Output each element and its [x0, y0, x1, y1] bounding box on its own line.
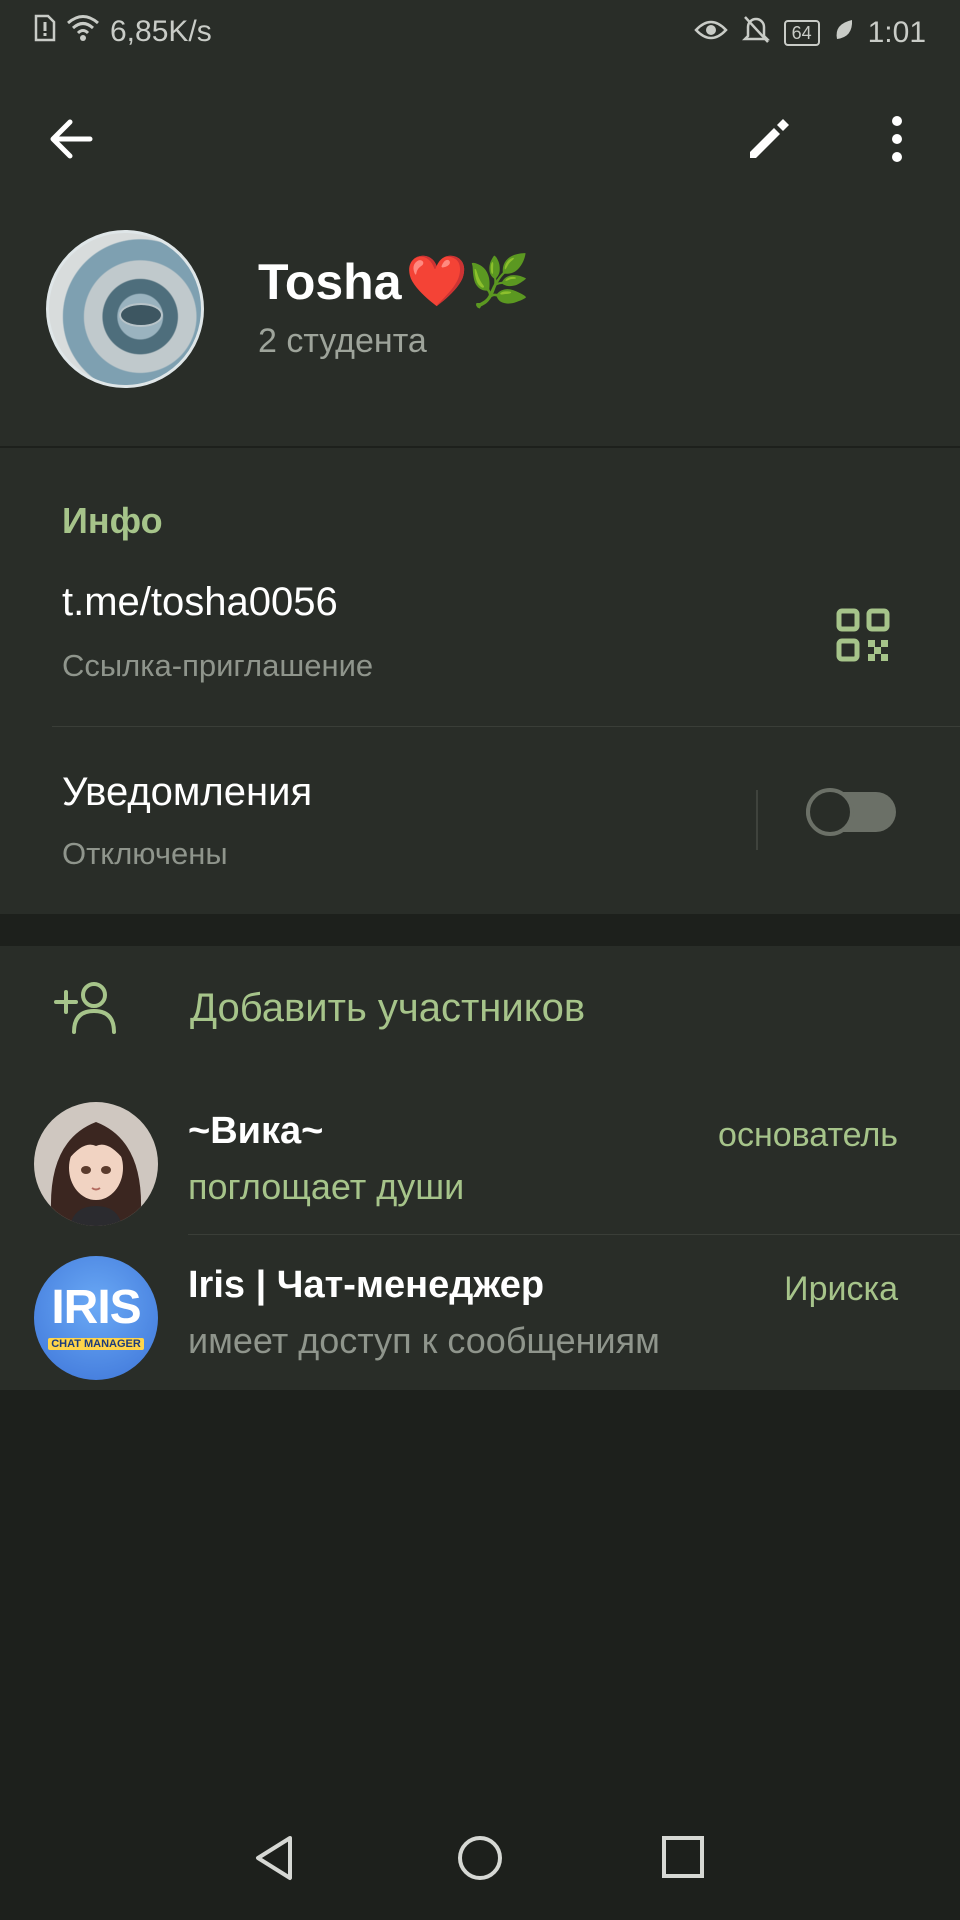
- nav-home-button[interactable]: [456, 1834, 504, 1887]
- qr-code-button[interactable]: [836, 608, 890, 667]
- info-section: Инфо t.me/tosha0056 Ссылка-приглашение У…: [0, 448, 960, 914]
- member-row-vika[interactable]: ~Вика~ поглощает души основатель: [0, 1082, 960, 1236]
- iris-avatar-subtext: CHAT MANAGER: [48, 1338, 144, 1350]
- nav-back-button[interactable]: [252, 1834, 296, 1887]
- status-bar-left: 6,85K/s: [34, 14, 212, 50]
- circle-home-icon: [458, 1836, 502, 1880]
- arrow-left-icon: [50, 119, 93, 159]
- eye-icon: [693, 16, 728, 50]
- leaf-icon: [834, 16, 854, 50]
- group-avatar[interactable]: [46, 230, 204, 388]
- invite-link[interactable]: t.me/tosha0056: [62, 580, 338, 625]
- add-user-icon: [54, 982, 116, 1034]
- toggle-knob: [806, 788, 854, 836]
- member-name: Iris | Чат-менеджер: [188, 1264, 545, 1306]
- wifi-icon: [66, 14, 100, 50]
- group-name: Tosha: [258, 253, 402, 310]
- notifications-title[interactable]: Уведомления: [62, 770, 312, 815]
- clock: 1:01: [867, 16, 926, 49]
- notifications-state: Отключены: [62, 836, 228, 871]
- nav-recents-button[interactable]: [660, 1834, 706, 1885]
- invite-link-label: Ссылка-приглашение: [62, 648, 374, 683]
- info-section-title: Инфо: [62, 500, 163, 541]
- avatar: IRIS CHAT MANAGER: [34, 1256, 158, 1380]
- status-bar: 6,85K/s 64 1:01: [0, 0, 960, 66]
- iris-avatar-text: IRIS: [51, 1281, 141, 1334]
- avatar: [34, 1102, 158, 1226]
- status-bar-right: 64 1:01: [693, 14, 926, 52]
- add-members-label: Добавить участников: [190, 986, 586, 1030]
- group-title: Tosha ❤️🌿: [258, 252, 530, 311]
- triangle-back-icon: [256, 1836, 292, 1880]
- add-members-button[interactable]: Добавить участников: [0, 946, 960, 1074]
- toggle-separator: [756, 790, 758, 850]
- qr-code-icon: [836, 608, 890, 662]
- member-role: Ириска: [784, 1270, 898, 1308]
- bell-off-icon: [741, 14, 770, 52]
- members-count: 2 студента: [258, 322, 427, 360]
- battery-indicator: 64: [783, 20, 820, 46]
- member-row-iris[interactable]: IRIS CHAT MANAGER Iris | Чат-менеджер им…: [0, 1236, 960, 1390]
- notifications-toggle[interactable]: [806, 788, 896, 836]
- member-status: поглощает души: [188, 1166, 465, 1207]
- avatar-eye: [119, 303, 163, 327]
- more-vertical-icon: [892, 116, 902, 162]
- member-role: основатель: [718, 1116, 898, 1154]
- member-status: имеет доступ к сообщениям: [188, 1320, 660, 1361]
- network-speed: 6,85K/s: [110, 15, 212, 48]
- pencil-icon: [750, 119, 789, 158]
- sim-alert-icon: [34, 14, 56, 50]
- more-options-button[interactable]: [874, 114, 920, 169]
- square-recents-icon: [662, 1836, 704, 1878]
- info-divider: [52, 726, 960, 727]
- members-section: Добавить участников ~Вика~ поглощает душ…: [0, 946, 960, 1390]
- back-button[interactable]: [46, 114, 96, 169]
- group-name-emoji: ❤️🌿: [405, 253, 531, 309]
- member-divider: [188, 1234, 960, 1235]
- edit-button[interactable]: [744, 116, 792, 169]
- member-name: ~Вика~: [188, 1110, 324, 1152]
- system-nav-bar: [0, 1812, 960, 1920]
